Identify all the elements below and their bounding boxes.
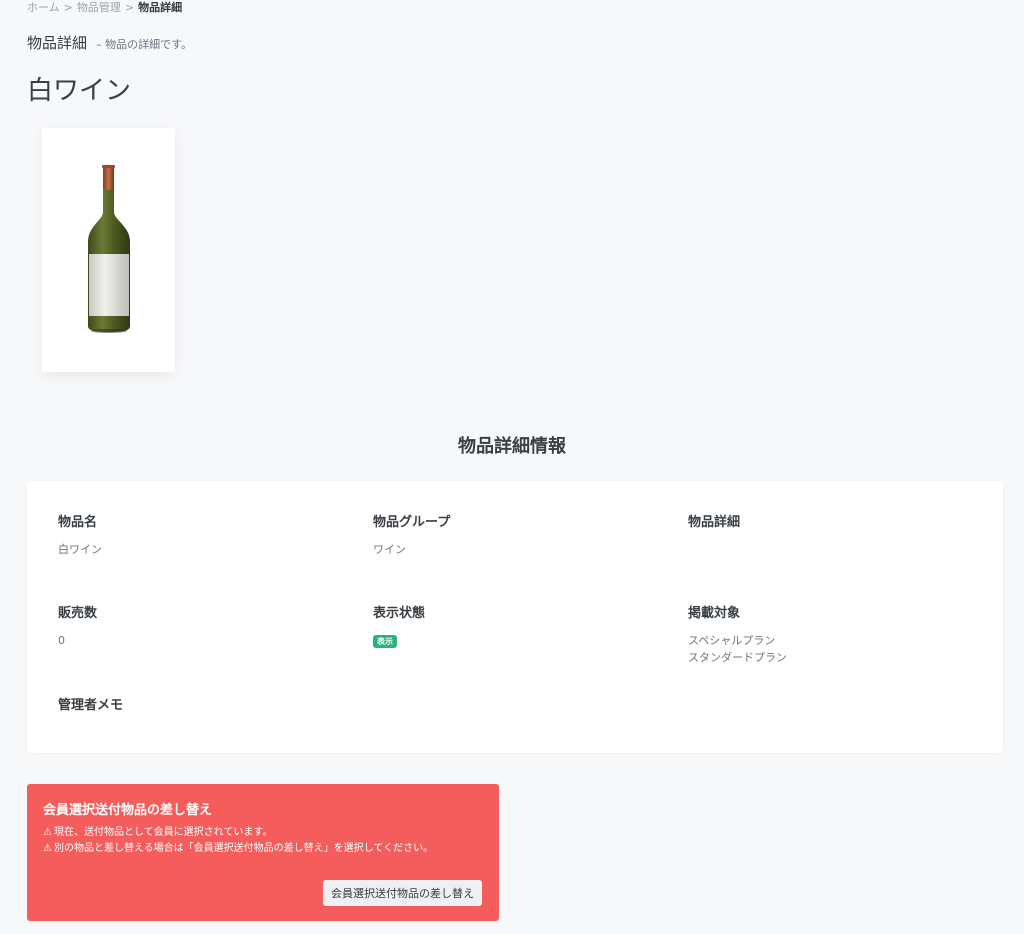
field-sales-count: 販売数 0 <box>58 602 338 649</box>
warning-icon: ⚠ <box>43 827 52 838</box>
field-value: 白ワイン <box>58 543 102 556</box>
breadcrumb-separator: > <box>63 1 73 14</box>
alert-line: ⚠ 現在、送付物品として会員に選択されています。 <box>43 823 272 838</box>
replace-alert: 会員選択送付物品の差し替え ⚠ 現在、送付物品として会員に選択されています。 ⚠ 別… <box>27 784 499 921</box>
breadcrumb: ホーム > 物品管理 > 物品詳細 <box>27 0 182 15</box>
field-publish-targets: 掲載対象 スペシャルプラン スタンダードプラン <box>688 602 968 666</box>
item-name-heading: 白ワイン <box>27 76 132 106</box>
status-badge: 表示 <box>373 635 397 648</box>
replace-item-button[interactable]: 会員選択送付物品の差し替え <box>323 880 482 906</box>
alert-title: 会員選択送付物品の差し替え <box>43 803 213 818</box>
field-label: 掲載対象 <box>688 606 741 621</box>
item-image-card <box>42 128 175 372</box>
field-label: 販売数 <box>58 606 98 621</box>
item-image <box>42 150 175 348</box>
target-item: スペシャルプラン <box>688 634 776 647</box>
field-value: ワイン <box>373 543 406 556</box>
breadcrumb-parent[interactable]: 物品管理 <box>77 1 121 14</box>
warning-icon: ⚠ <box>43 843 52 854</box>
breadcrumb-current: 物品詳細 <box>138 1 183 14</box>
alert-line: ⚠ 別の物品と差し替える場合は「会員選択送付物品の差し替え」を選択してください。 <box>43 839 433 854</box>
field-label: 物品名 <box>58 515 98 530</box>
field-value: 0 <box>58 634 65 647</box>
target-item: スタンダードプラン <box>688 651 787 664</box>
field-label: 物品グループ <box>373 515 451 530</box>
page-subtitle: – 物品の詳細です。 <box>96 38 193 51</box>
breadcrumb-separator: > <box>124 1 135 14</box>
field-display-status: 表示状態 表示 <box>373 602 653 649</box>
alert-line-text: 別の物品と差し替える場合は「会員選択送付物品の差し替え」を選択してください。 <box>53 843 434 854</box>
field-item-description: 物品詳細 <box>688 511 968 541</box>
field-label: 表示状態 <box>373 606 426 621</box>
breadcrumb-home[interactable]: ホーム <box>27 1 60 14</box>
page-title: 物品詳細 <box>27 34 88 52</box>
page-header: 物品詳細 – 物品の詳細です。 <box>27 32 192 53</box>
field-label: 管理者メモ <box>58 698 124 713</box>
alert-line-text: 現在、送付物品として会員に選択されています。 <box>53 827 273 838</box>
section-title: 物品詳細情報 <box>458 436 566 457</box>
item-detail-card: 物品名 白ワイン 物品グループ ワイン 物品詳細 販売数 0 表示状態 表示 掲… <box>27 481 1003 753</box>
field-item-group: 物品グループ ワイン <box>373 511 653 558</box>
field-item-name: 物品名 白ワイン <box>58 511 338 558</box>
field-label: 物品詳細 <box>688 515 741 530</box>
wine-bottle-image <box>88 165 130 333</box>
field-admin-memo: 管理者メモ <box>58 694 338 724</box>
